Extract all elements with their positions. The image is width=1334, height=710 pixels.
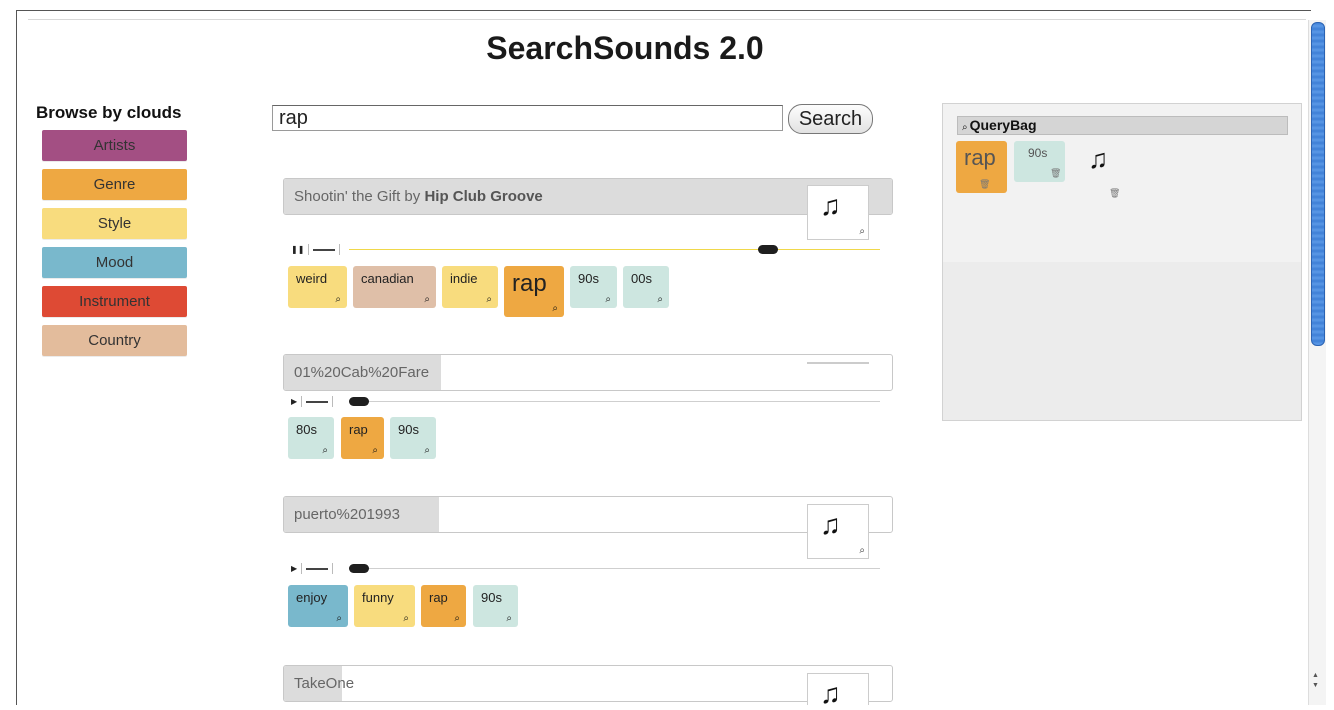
seek-handle[interactable] bbox=[349, 564, 369, 573]
scroll-up-icon[interactable]: ▲ bbox=[1312, 672, 1319, 679]
tag-90s[interactable]: 90s ⌕ bbox=[570, 266, 617, 308]
window-border-top bbox=[16, 10, 1311, 11]
track-title: TakeOne bbox=[294, 675, 355, 692]
volume-icon[interactable] bbox=[306, 400, 329, 403]
tag-90s[interactable]: 90s ⌕ bbox=[390, 417, 436, 459]
magnifier-icon[interactable]: ⌕ bbox=[335, 294, 341, 305]
tag-indie[interactable]: indie ⌕ bbox=[442, 266, 498, 308]
magnifier-icon[interactable]: ⌕ bbox=[859, 545, 865, 556]
tag-80s[interactable]: 80s ⌕ bbox=[288, 417, 334, 459]
magnifier-icon[interactable]: ⌕ bbox=[403, 613, 409, 624]
track-title: puerto%201993 bbox=[294, 506, 400, 523]
magnifier-icon[interactable]: ⌕ bbox=[424, 294, 430, 305]
track-header[interactable]: TakeOne bbox=[283, 665, 893, 702]
track-thumbnail[interactable]: ♫ bbox=[807, 673, 869, 709]
cloud-button-style[interactable]: Style bbox=[42, 208, 187, 239]
magnifier-icon: ⌕ bbox=[962, 122, 968, 133]
seek-handle[interactable] bbox=[757, 245, 778, 254]
volume-icon[interactable] bbox=[313, 248, 336, 251]
tag-90s[interactable]: 90s ⌕ bbox=[473, 585, 518, 627]
search-button[interactable]: Search bbox=[788, 104, 873, 134]
querybag-panel: ⌕ QueryBag rap 🗑 90s 🗑 ♫ 🗑 bbox=[942, 103, 1302, 421]
querybag-item-rap[interactable]: rap 🗑 bbox=[956, 141, 1007, 193]
querybag-header: ⌕ QueryBag bbox=[957, 116, 1288, 135]
thumbnail-loading-bar bbox=[807, 362, 869, 364]
pause-icon[interactable]: ❚❚ bbox=[291, 245, 304, 254]
tag-canadian[interactable]: canadian ⌕ bbox=[353, 266, 436, 308]
querybag-item-90s[interactable]: 90s 🗑 bbox=[1014, 141, 1065, 182]
track-thumbnail[interactable]: ♫ ⌕ bbox=[807, 504, 869, 559]
music-note-icon: ♫ bbox=[820, 509, 841, 540]
seek-handle[interactable] bbox=[349, 397, 369, 406]
search-input[interactable] bbox=[272, 105, 783, 131]
magnifier-icon[interactable]: ⌕ bbox=[424, 445, 430, 456]
cloud-button-genre[interactable]: Genre bbox=[42, 169, 187, 200]
player-controls: ❚❚ bbox=[291, 244, 344, 255]
tag-enjoy[interactable]: enjoy ⌕ bbox=[288, 585, 348, 627]
magnifier-icon[interactable]: ⌕ bbox=[657, 294, 663, 305]
track-header[interactable]: 01%20Cab%20Fare bbox=[283, 354, 893, 391]
page-top-rule bbox=[28, 19, 1306, 20]
tag-rap[interactable]: rap ⌕ bbox=[421, 585, 466, 627]
magnifier-icon[interactable]: ⌕ bbox=[454, 613, 460, 624]
music-note-icon: ♫ bbox=[820, 678, 841, 709]
tag-funny[interactable]: funny ⌕ bbox=[354, 585, 415, 627]
track-header[interactable]: puerto%201993 bbox=[283, 496, 893, 533]
seek-bar[interactable] bbox=[349, 401, 880, 402]
cloud-button-mood[interactable]: Mood bbox=[42, 247, 187, 278]
cloud-button-artists[interactable]: Artists bbox=[42, 130, 187, 161]
magnifier-icon[interactable]: ⌕ bbox=[336, 613, 342, 624]
magnifier-icon[interactable]: ⌕ bbox=[506, 613, 512, 624]
cloud-button-country[interactable]: Country bbox=[42, 325, 187, 356]
vertical-scrollbar[interactable]: ▲ ▼ bbox=[1308, 20, 1326, 705]
magnifier-icon[interactable]: ⌕ bbox=[322, 445, 328, 456]
tag-rap[interactable]: rap ⌕ bbox=[341, 417, 384, 459]
trash-icon[interactable]: 🗑 bbox=[979, 179, 990, 190]
play-icon[interactable]: ▶ bbox=[291, 397, 297, 406]
track-thumbnail[interactable]: ♫ ⌕ bbox=[807, 185, 869, 240]
scrollbar-thumb[interactable] bbox=[1311, 22, 1325, 346]
track-header[interactable]: Shootin' the Gift by Hip Club Groove bbox=[283, 178, 893, 215]
track-title: 01%20Cab%20Fare bbox=[294, 364, 430, 381]
tag-00s[interactable]: 00s ⌕ bbox=[623, 266, 669, 308]
trash-icon[interactable]: 🗑 bbox=[1050, 168, 1061, 179]
magnifier-icon[interactable]: ⌕ bbox=[552, 303, 558, 314]
play-icon[interactable]: ▶ bbox=[291, 564, 297, 573]
track-title: Shootin' the Gift by Hip Club Groove bbox=[294, 188, 543, 205]
magnifier-icon[interactable]: ⌕ bbox=[859, 226, 865, 237]
music-note-icon[interactable]: ♫ bbox=[1088, 144, 1108, 175]
music-note-icon: ♫ bbox=[820, 190, 841, 221]
tag-weird[interactable]: weird ⌕ bbox=[288, 266, 347, 308]
browse-title: Browse by clouds bbox=[36, 103, 182, 122]
window-border-left bbox=[16, 10, 17, 705]
magnifier-icon[interactable]: ⌕ bbox=[605, 294, 611, 305]
magnifier-icon[interactable]: ⌕ bbox=[372, 445, 378, 456]
seek-bar[interactable] bbox=[349, 568, 880, 569]
magnifier-icon[interactable]: ⌕ bbox=[486, 294, 492, 305]
tag-rap[interactable]: rap ⌕ bbox=[504, 266, 564, 317]
seek-bar[interactable] bbox=[349, 249, 880, 250]
page-title: SearchSounds 2.0 bbox=[486, 30, 764, 66]
scroll-down-icon[interactable]: ▼ bbox=[1312, 682, 1319, 689]
volume-icon[interactable] bbox=[306, 567, 329, 570]
trash-icon[interactable]: 🗑 bbox=[1109, 188, 1120, 199]
cloud-button-instrument[interactable]: Instrument bbox=[42, 286, 187, 317]
player-controls: ▶ bbox=[291, 396, 337, 407]
player-controls: ▶ bbox=[291, 563, 337, 574]
